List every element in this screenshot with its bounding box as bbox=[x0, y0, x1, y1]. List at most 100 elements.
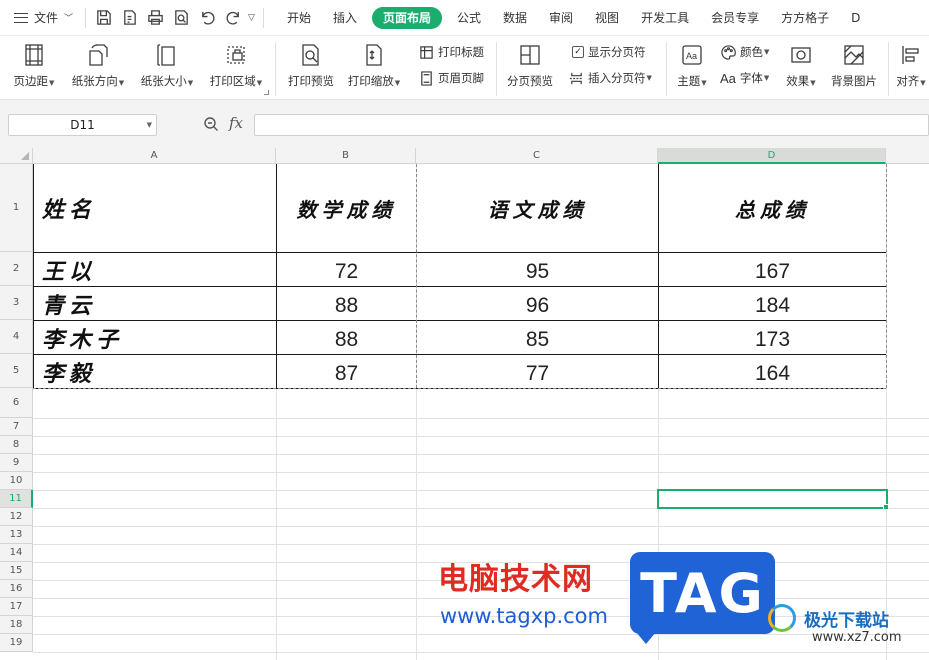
tab-page-layout[interactable]: 页面布局 bbox=[371, 6, 442, 29]
theme-button[interactable]: Aa 主题▼ bbox=[672, 42, 712, 89]
dropdown-arrow-icon: ▼ bbox=[646, 74, 652, 82]
row-header-4[interactable]: 4 bbox=[0, 320, 33, 354]
background-image-button[interactable]: 背景图片 bbox=[826, 42, 882, 89]
cell-b3[interactable]: 88 bbox=[277, 290, 416, 322]
redo-icon[interactable] bbox=[222, 7, 244, 29]
tab-developer[interactable]: 开发工具 bbox=[630, 7, 700, 29]
tab-view[interactable]: 视图 bbox=[584, 7, 630, 29]
insert-function-button[interactable]: fx bbox=[229, 114, 243, 132]
cell-d3[interactable]: 184 bbox=[659, 290, 886, 322]
hamburger-icon bbox=[14, 12, 28, 23]
insert-page-break-button[interactable]: 插入分页符 ▼ bbox=[568, 70, 652, 86]
tab-data[interactable]: 数据 bbox=[492, 7, 538, 29]
row-header-13[interactable]: 13 bbox=[0, 526, 33, 544]
cell-d4[interactable]: 173 bbox=[659, 324, 886, 356]
row-header-3[interactable]: 3 bbox=[0, 286, 33, 320]
cell-c1[interactable]: 语文成绩 bbox=[417, 164, 658, 252]
column-header-c[interactable]: C bbox=[416, 148, 658, 164]
tab-fangfang[interactable]: 方方格子 bbox=[770, 7, 840, 29]
margins-button[interactable]: 页边距▼ bbox=[8, 42, 60, 89]
tab-formulas[interactable]: 公式 bbox=[446, 7, 492, 29]
row-header-12[interactable]: 12 bbox=[0, 508, 33, 526]
quick-access-more-icon[interactable]: ▽ bbox=[248, 13, 255, 23]
print-preview-button[interactable]: 打印预览 bbox=[284, 42, 338, 89]
row-header-2[interactable]: 2 bbox=[0, 252, 33, 286]
cell-b2[interactable]: 72 bbox=[277, 256, 416, 288]
cell-b1[interactable]: 数学成绩 bbox=[277, 164, 416, 252]
colors-button[interactable]: 颜色 ▼ bbox=[720, 44, 769, 60]
align-label: 对齐 bbox=[896, 74, 920, 88]
tab-member[interactable]: 会员专享 bbox=[700, 7, 770, 29]
row-header-19[interactable]: 19 bbox=[0, 634, 33, 652]
file-menu[interactable]: 文件 ﹀ bbox=[0, 0, 81, 35]
column-header-b[interactable]: B bbox=[276, 148, 416, 164]
print-icon[interactable] bbox=[144, 7, 166, 29]
cell-c3[interactable]: 96 bbox=[417, 290, 658, 322]
row-header-8[interactable]: 8 bbox=[0, 436, 33, 454]
dialog-launcher-icon[interactable] bbox=[264, 90, 269, 95]
name-box[interactable]: D11 ▼ bbox=[8, 114, 157, 136]
row-header-16[interactable]: 16 bbox=[0, 580, 33, 598]
active-cell-d11[interactable] bbox=[657, 489, 888, 509]
cell-c4[interactable]: 85 bbox=[417, 324, 658, 356]
show-page-breaks-checkbox[interactable]: ✓ 显示分页符 bbox=[572, 44, 646, 60]
dropdown-arrow-icon: ▼ bbox=[764, 48, 770, 56]
tab-review[interactable]: 审阅 bbox=[538, 7, 584, 29]
formula-input[interactable] bbox=[254, 114, 929, 136]
cell-c2[interactable]: 95 bbox=[417, 256, 658, 288]
row-header-5[interactable]: 5 bbox=[0, 354, 33, 388]
cell-b5[interactable]: 87 bbox=[277, 358, 416, 390]
tab-overflow[interactable]: D bbox=[840, 7, 871, 29]
cell-a1[interactable]: 姓名 bbox=[34, 164, 276, 252]
orientation-button[interactable]: 纸张方向▼ bbox=[68, 42, 128, 89]
paper-size-button[interactable]: 纸张大小▼ bbox=[136, 42, 198, 89]
undo-icon[interactable] bbox=[196, 7, 218, 29]
row-header-7[interactable]: 7 bbox=[0, 418, 33, 436]
cell-a2[interactable]: 王以 bbox=[34, 254, 276, 286]
dropdown-arrow-icon: ▼ bbox=[187, 79, 194, 87]
watermark-site-url: www.xz7.com bbox=[812, 630, 902, 645]
menu-bar: 文件 ﹀ ▽ 开始 插入 页面布局 公式 数据 审阅 视图 开发工具 会员专享 … bbox=[0, 0, 929, 36]
cell-a5[interactable]: 李毅 bbox=[34, 356, 276, 388]
fonts-button[interactable]: Aa 字体 ▼ bbox=[720, 70, 769, 86]
row-header-17[interactable]: 17 bbox=[0, 598, 33, 616]
cell-b4[interactable]: 88 bbox=[277, 324, 416, 356]
save-icon[interactable] bbox=[92, 7, 114, 29]
cell-d1[interactable]: 总成绩 bbox=[659, 164, 886, 252]
fill-handle[interactable] bbox=[883, 504, 889, 510]
print-scale-button[interactable]: 打印缩放▼ bbox=[344, 42, 404, 89]
tab-home[interactable]: 开始 bbox=[276, 7, 322, 29]
cell-a4[interactable]: 李木子 bbox=[34, 322, 276, 354]
row-header-18[interactable]: 18 bbox=[0, 616, 33, 634]
print-scale-icon bbox=[361, 42, 387, 68]
tab-insert[interactable]: 插入 bbox=[322, 7, 368, 29]
align-button[interactable]: 对齐▼ bbox=[894, 42, 928, 89]
cell-c5[interactable]: 77 bbox=[417, 358, 658, 390]
print-titles-button[interactable]: 打印标题 bbox=[418, 44, 484, 60]
row-header-10[interactable]: 10 bbox=[0, 472, 33, 490]
row-header-9[interactable]: 9 bbox=[0, 454, 33, 472]
row-header-1[interactable]: 1 bbox=[0, 164, 33, 252]
ribbon: 页边距▼ 纸张方向▼ 纸张大小▼ 打印区域▼ 打印预览 打印缩放▼ 打印标题 页… bbox=[0, 36, 929, 100]
column-header-d[interactable]: D bbox=[658, 148, 886, 164]
page-break-preview-button[interactable]: 分页预览 bbox=[502, 42, 558, 89]
row-header-14[interactable]: 14 bbox=[0, 544, 33, 562]
cell-a3[interactable]: 青云 bbox=[34, 288, 276, 320]
row-header-15[interactable]: 15 bbox=[0, 562, 33, 580]
select-all-corner[interactable] bbox=[0, 148, 33, 164]
cell-d5[interactable]: 164 bbox=[659, 358, 886, 390]
table-border bbox=[33, 252, 886, 253]
grid-line bbox=[33, 634, 929, 635]
effects-button[interactable]: 效果▼ bbox=[782, 42, 820, 89]
zoom-lookup-icon[interactable] bbox=[202, 115, 220, 133]
watermark-url: www.tagxp.com bbox=[440, 604, 608, 628]
row-header-11[interactable]: 11 bbox=[0, 490, 33, 508]
header-footer-button[interactable]: 页眉页脚 bbox=[418, 70, 484, 86]
cell-d2[interactable]: 167 bbox=[659, 256, 886, 288]
row-header-6[interactable]: 6 bbox=[0, 388, 33, 418]
column-header-e[interactable] bbox=[886, 148, 929, 164]
column-header-a[interactable]: A bbox=[33, 148, 276, 164]
print-area-button[interactable]: 打印区域▼ bbox=[206, 42, 266, 89]
print-preview-icon[interactable] bbox=[170, 7, 192, 29]
export-pdf-icon[interactable] bbox=[118, 7, 140, 29]
